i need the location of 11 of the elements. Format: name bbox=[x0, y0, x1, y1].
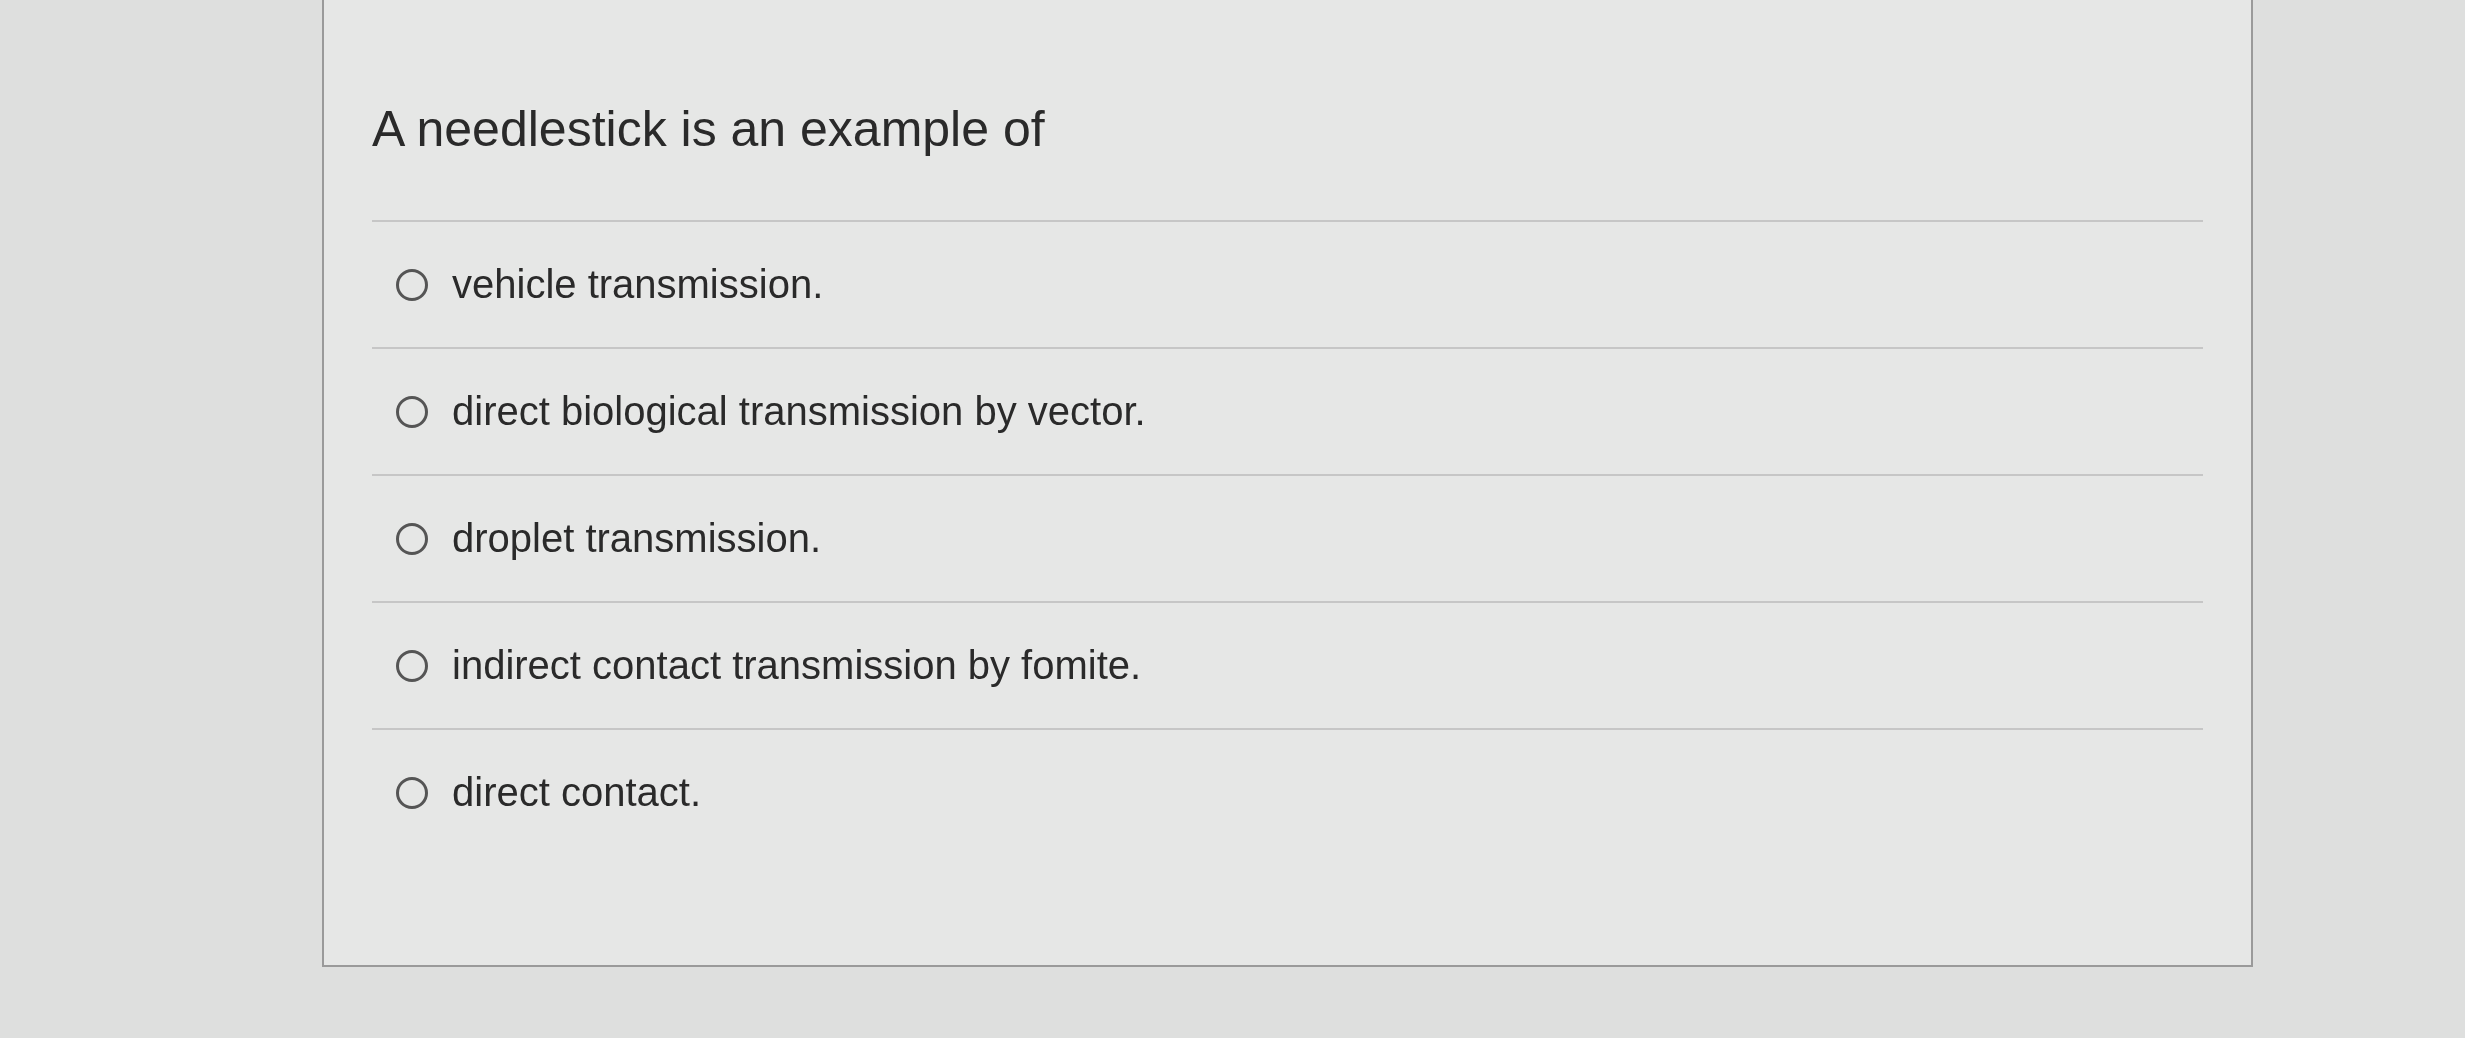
radio-button[interactable] bbox=[396, 649, 428, 682]
option-label: vehicle transmission. bbox=[452, 262, 824, 307]
question-text: A needlestick is an example of bbox=[372, 100, 1046, 159]
option-label: direct contact. bbox=[452, 770, 701, 815]
radio-button[interactable] bbox=[396, 776, 428, 809]
option-label: direct biological transmission by vector. bbox=[452, 389, 1146, 434]
option-label: droplet transmission. bbox=[452, 516, 822, 561]
radio-button[interactable] bbox=[396, 268, 428, 301]
option-label: indirect contact transmission by fomite. bbox=[452, 643, 1142, 688]
radio-button[interactable] bbox=[396, 522, 428, 555]
radio-button[interactable] bbox=[396, 395, 428, 428]
